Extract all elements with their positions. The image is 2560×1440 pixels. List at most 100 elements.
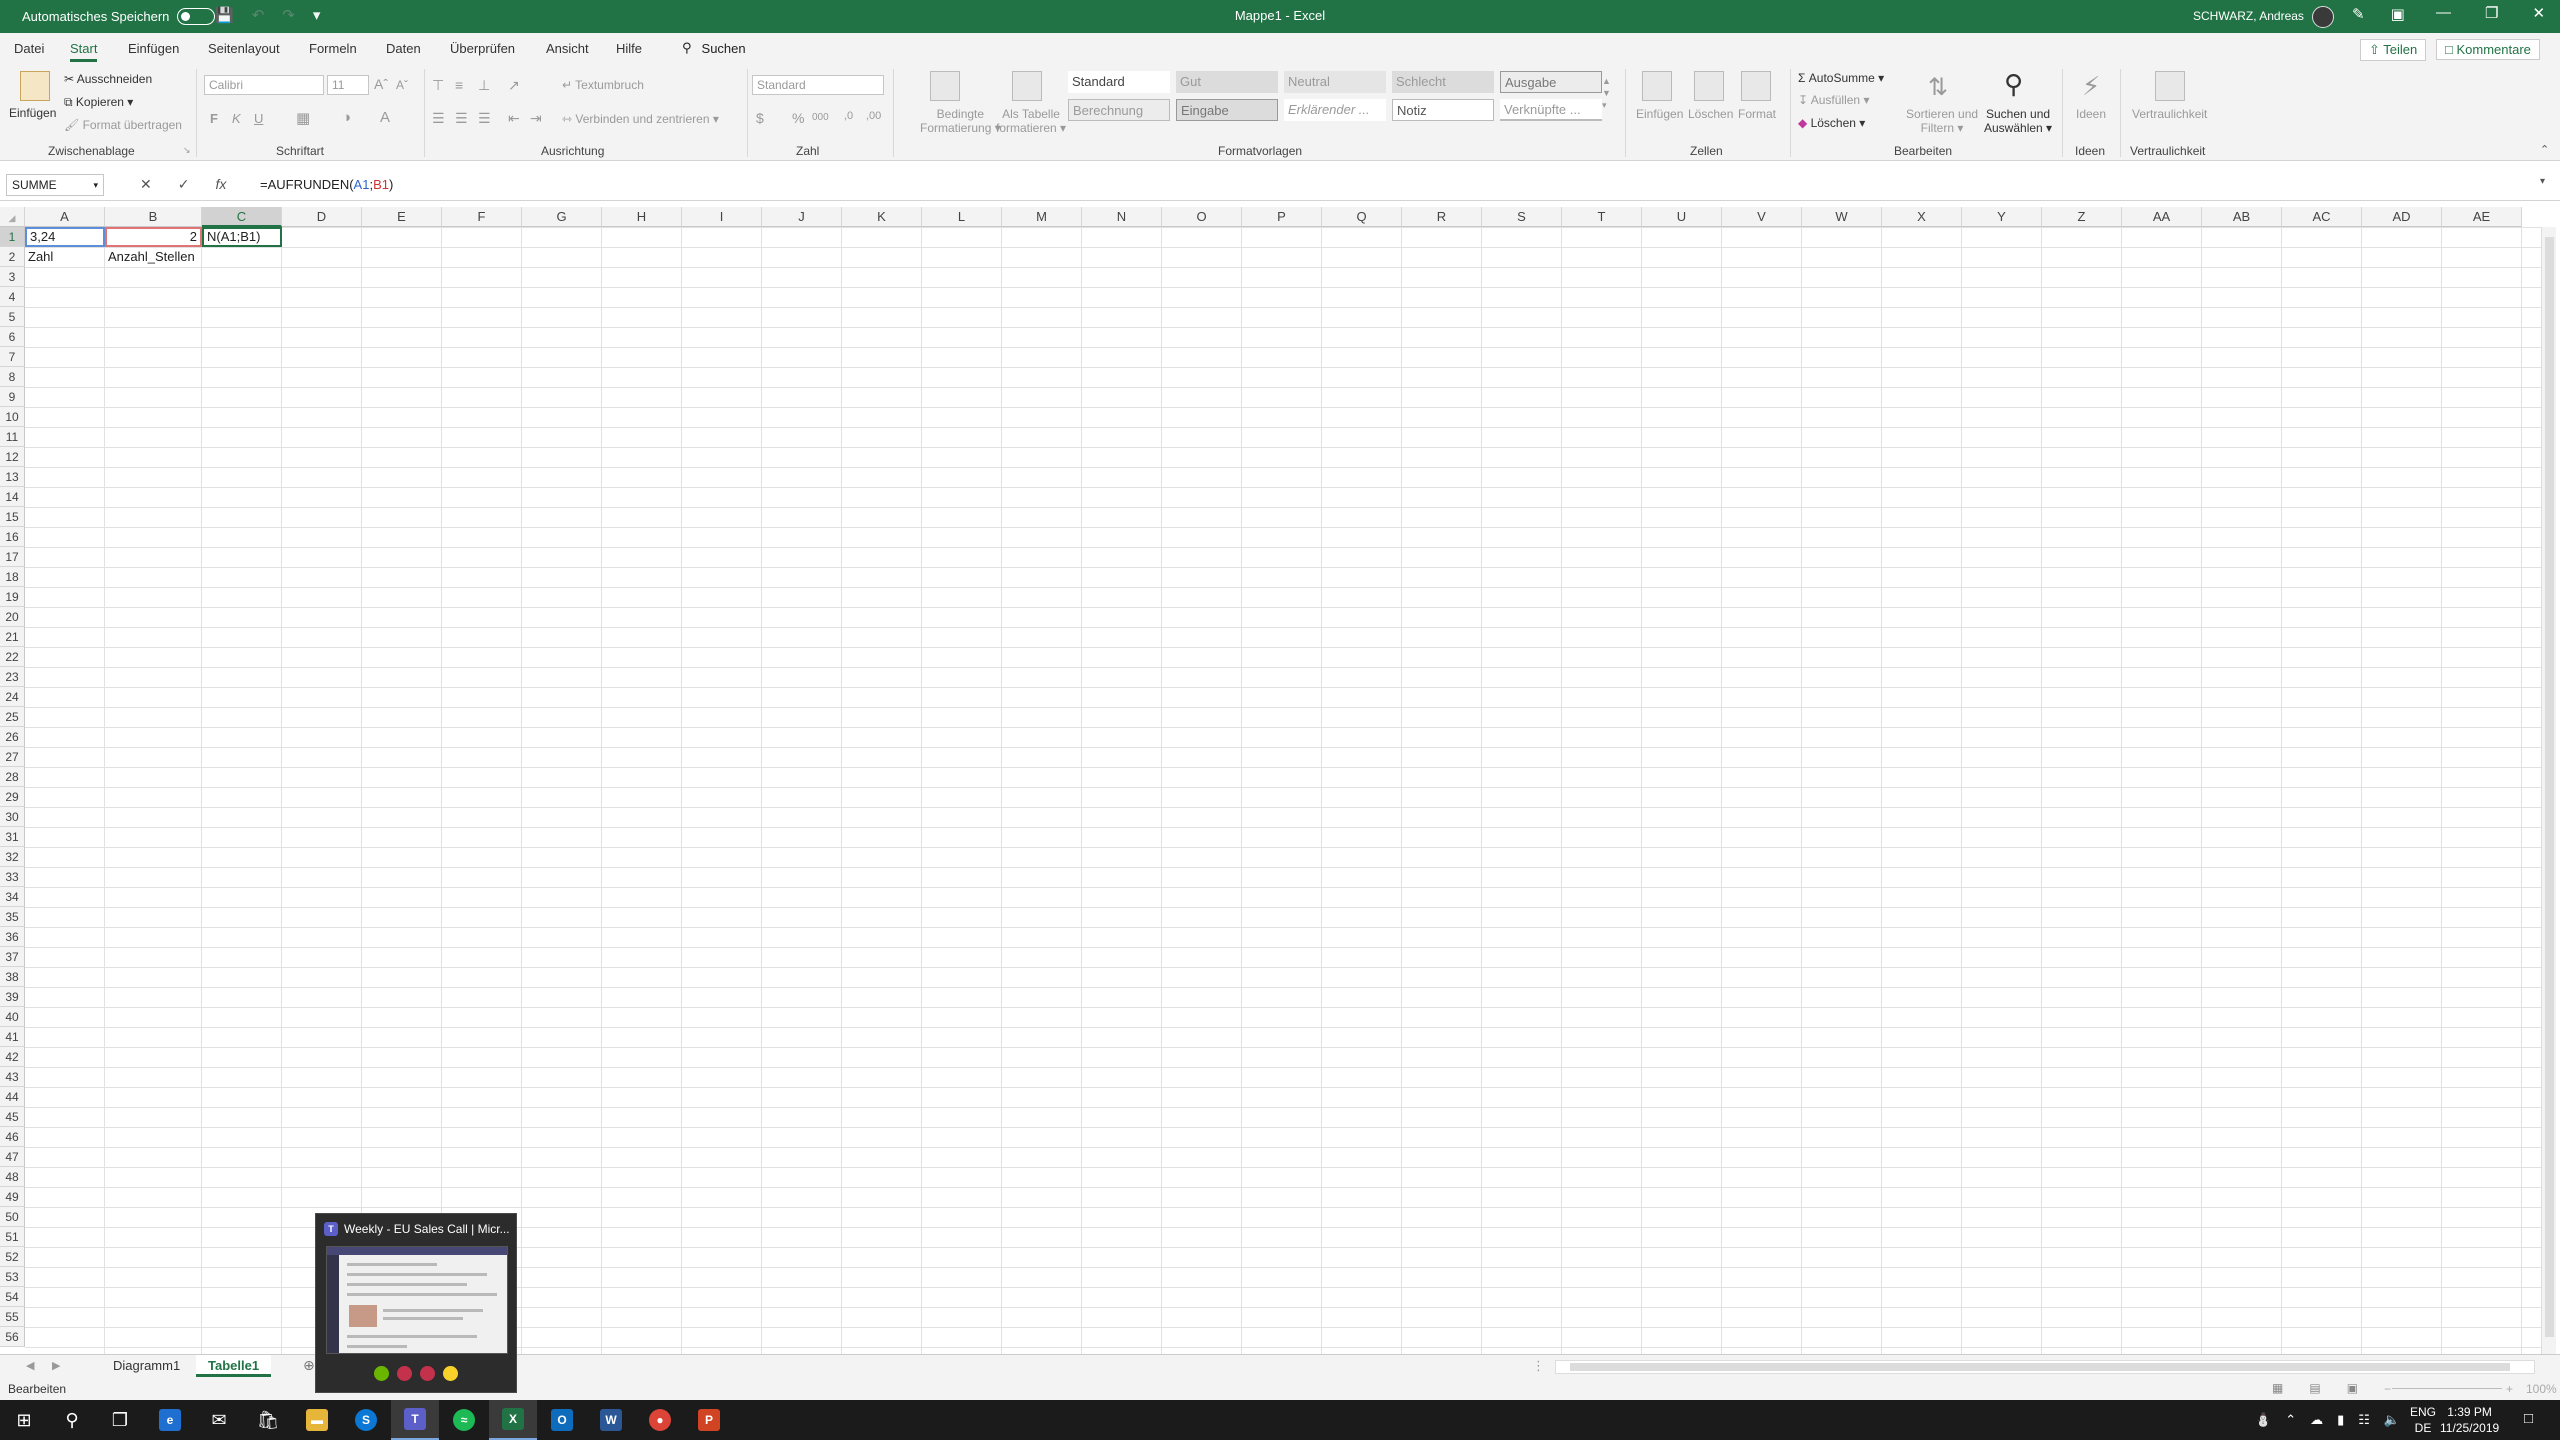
horizontal-scroll-thumb[interactable]: [1570, 1363, 2510, 1371]
onedrive-icon[interactable]: ☁: [2310, 1412, 2323, 1428]
align-bottom-icon[interactable]: ⊥: [478, 77, 490, 94]
taskbar-spotify[interactable]: ≈: [440, 1400, 488, 1440]
zoom-in-icon[interactable]: +: [2506, 1382, 2513, 1396]
number-format-combo[interactable]: Standard: [752, 75, 884, 95]
grow-font-icon[interactable]: Aˆ: [374, 76, 388, 92]
tab-seitenlayout[interactable]: Seitenlayout: [208, 41, 280, 56]
row-header-35[interactable]: 35: [0, 907, 25, 927]
paste-icon[interactable]: [20, 71, 50, 101]
ribbon-display-icon[interactable]: ▣: [2391, 5, 2405, 23]
sensitivity-button[interactable]: Vertraulichkeit: [2132, 107, 2207, 121]
style-eingabe[interactable]: Eingabe: [1176, 99, 1278, 121]
row-header-20[interactable]: 20: [0, 607, 25, 627]
row-header-14[interactable]: 14: [0, 487, 25, 507]
cut-button[interactable]: ✂ Ausschneiden: [64, 72, 152, 86]
shrink-font-icon[interactable]: Aˇ: [396, 78, 408, 92]
increase-decimal-icon[interactable]: ,0: [844, 110, 853, 122]
column-header-c[interactable]: C: [202, 207, 282, 227]
indent-decrease-icon[interactable]: ⇤: [508, 110, 520, 127]
column-header-x[interactable]: X: [1882, 207, 1962, 227]
column-header-v[interactable]: V: [1722, 207, 1802, 227]
zoom-slider[interactable]: [2392, 1388, 2502, 1389]
add-sheet-icon[interactable]: ⊕: [303, 1357, 315, 1374]
row-header-30[interactable]: 30: [0, 807, 25, 827]
avatar[interactable]: [2312, 6, 2334, 28]
style-verknuepfte[interactable]: Verknüpfte ...: [1500, 99, 1602, 121]
taskbar-outlook[interactable]: O: [538, 1400, 586, 1440]
row-header-7[interactable]: 7: [0, 347, 25, 367]
name-box[interactable]: SUMME ▾: [6, 174, 104, 196]
style-standard[interactable]: Standard: [1068, 71, 1170, 93]
row-header-12[interactable]: 12: [0, 447, 25, 467]
wrap-text-button[interactable]: ↵ Textumbruch: [562, 78, 644, 92]
expand-formula-icon[interactable]: ▾: [2540, 176, 2545, 187]
horizontal-scrollbar[interactable]: [1555, 1360, 2535, 1374]
underline-button[interactable]: U: [254, 111, 263, 126]
insert-cells-icon[interactable]: [1642, 71, 1672, 101]
clipboard-launcher-icon[interactable]: ↘: [183, 145, 191, 156]
taskbar-search[interactable]: ⚲: [48, 1400, 96, 1440]
vertical-scroll-thumb[interactable]: [2545, 237, 2554, 1337]
clear-button[interactable]: ◆ Löschen ▾: [1798, 116, 1865, 130]
row-header-37[interactable]: 37: [0, 947, 25, 967]
cancel-icon[interactable]: ✕: [140, 176, 152, 193]
taskbar-preview-popup[interactable]: T Weekly - EU Sales Call | Micr...: [315, 1213, 517, 1393]
vertical-scrollbar[interactable]: [2541, 227, 2556, 1354]
style-ausgabe[interactable]: Ausgabe: [1500, 71, 1602, 93]
column-header-i[interactable]: I: [682, 207, 762, 227]
column-header-aa[interactable]: AA: [2122, 207, 2202, 227]
font-name-combo[interactable]: Calibri: [204, 75, 324, 95]
row-header-45[interactable]: 45: [0, 1107, 25, 1127]
column-header-q[interactable]: Q: [1322, 207, 1402, 227]
comments-button[interactable]: □ Kommentare: [2436, 39, 2540, 60]
row-header-8[interactable]: 8: [0, 367, 25, 387]
row-header-16[interactable]: 16: [0, 527, 25, 547]
start-button[interactable]: ⊞: [0, 1400, 48, 1440]
column-header-k[interactable]: K: [842, 207, 922, 227]
orientation-icon[interactable]: ↗: [508, 77, 520, 94]
column-header-ab[interactable]: AB: [2202, 207, 2282, 227]
row-header-23[interactable]: 23: [0, 667, 25, 687]
next-sheet-icon[interactable]: ▶: [52, 1359, 60, 1372]
row-header-25[interactable]: 25: [0, 707, 25, 727]
tab-formeln[interactable]: Formeln: [309, 41, 357, 56]
column-header-ac[interactable]: AC: [2282, 207, 2362, 227]
font-color-icon[interactable]: A: [380, 109, 390, 126]
indent-increase-icon[interactable]: ⇥: [530, 110, 542, 127]
column-header-g[interactable]: G: [522, 207, 602, 227]
row-header-36[interactable]: 36: [0, 927, 25, 947]
taskbar-word[interactable]: W: [587, 1400, 635, 1440]
column-header-e[interactable]: E: [362, 207, 442, 227]
row-header-34[interactable]: 34: [0, 887, 25, 907]
row-header-26[interactable]: 26: [0, 727, 25, 747]
thousands-icon[interactable]: 000: [812, 112, 829, 123]
align-center-icon[interactable]: ☰: [455, 110, 468, 127]
row-header-38[interactable]: 38: [0, 967, 25, 987]
row-header-46[interactable]: 46: [0, 1127, 25, 1147]
row-header-19[interactable]: 19: [0, 587, 25, 607]
tab-ueberpruefen[interactable]: Überprüfen: [450, 41, 515, 56]
column-header-w[interactable]: W: [1802, 207, 1882, 227]
ideas-button[interactable]: Ideen: [2076, 107, 2106, 121]
cell-b2[interactable]: Anzahl_Stellen: [105, 247, 202, 267]
row-header-39[interactable]: 39: [0, 987, 25, 1007]
decrease-decimal-icon[interactable]: ,00: [866, 110, 881, 122]
fx-icon[interactable]: fx: [215, 176, 226, 193]
row-header-18[interactable]: 18: [0, 567, 25, 587]
clock[interactable]: 1:39 PM 11/25/2019: [2440, 1404, 2499, 1436]
row-header-17[interactable]: 17: [0, 547, 25, 567]
taskbar-edge[interactable]: e: [146, 1400, 194, 1440]
row-header-41[interactable]: 41: [0, 1027, 25, 1047]
row-header-6[interactable]: 6: [0, 327, 25, 347]
row-header-9[interactable]: 9: [0, 387, 25, 407]
column-header-y[interactable]: Y: [1962, 207, 2042, 227]
taskbar-powerpoint[interactable]: P: [685, 1400, 733, 1440]
column-header-z[interactable]: Z: [2042, 207, 2122, 227]
row-header-29[interactable]: 29: [0, 787, 25, 807]
column-header-s[interactable]: S: [1482, 207, 1562, 227]
tab-hilfe[interactable]: Hilfe: [616, 41, 642, 56]
ideas-icon[interactable]: ⚡: [2082, 71, 2100, 102]
column-header-n[interactable]: N: [1082, 207, 1162, 227]
copy-button[interactable]: ⧉ Kopieren ▾: [64, 95, 133, 110]
row-header-4[interactable]: 4: [0, 287, 25, 307]
